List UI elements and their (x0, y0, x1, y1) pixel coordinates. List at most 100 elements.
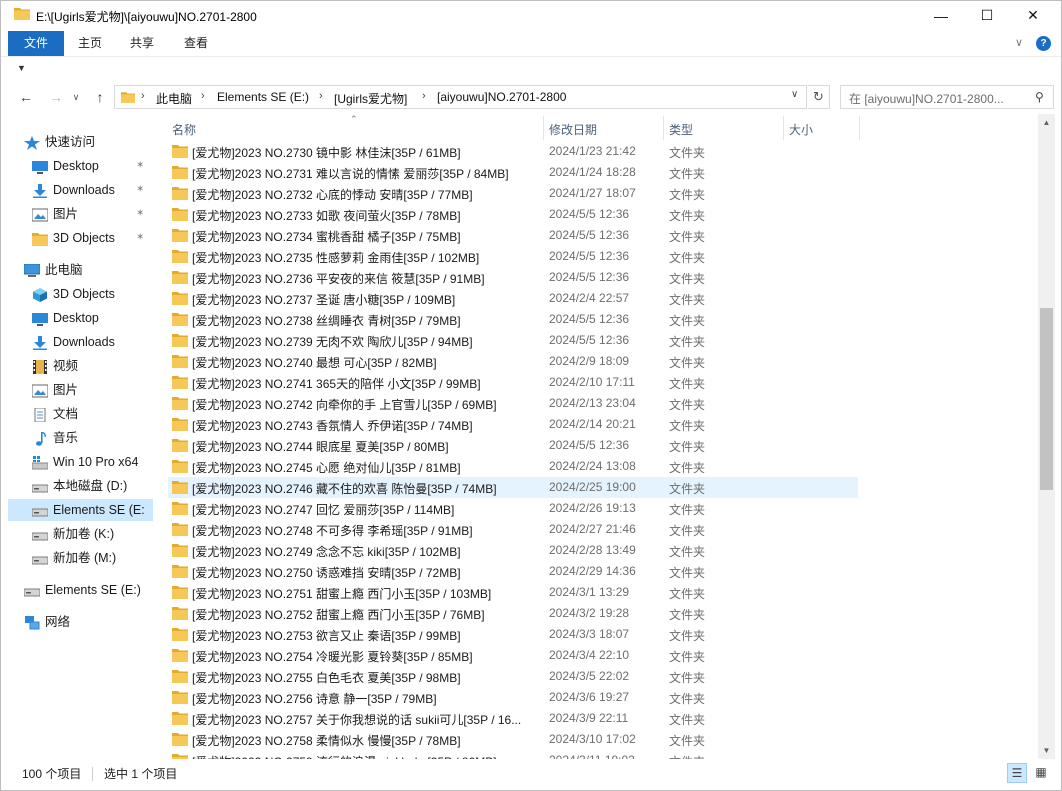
breadcrumb-parent-folder[interactable]: [Ugirls爱尤物] (334, 90, 407, 107)
scroll-up-icon[interactable]: ▲ (1038, 114, 1055, 131)
nav-item[interactable]: Desktop ✶ (8, 155, 153, 177)
drive-icon (31, 551, 49, 565)
customize-toolbar-icon[interactable]: ▼ (17, 63, 26, 73)
details-view-icon[interactable]: ☰ (1007, 763, 1027, 783)
breadcrumb-drive[interactable]: Elements SE (E:) (217, 90, 309, 104)
column-divider[interactable] (783, 116, 784, 140)
file-row[interactable]: [爱尤物]2023 NO.2753 欲言又止 秦语[35P / 99MB] 202… (168, 624, 858, 645)
maximize-button[interactable]: ☐ (964, 0, 1010, 31)
nav-item[interactable]: 此电脑 (8, 259, 153, 281)
file-name: [爱尤物]2023 NO.2757 关于你我想说的话 sukii可儿[35P /… (192, 713, 522, 727)
file-type: 文件夹 (669, 629, 706, 643)
file-date: 2024/3/1 13:29 (549, 585, 630, 599)
nav-item[interactable]: Win 10 Pro x64 (8, 451, 153, 473)
file-row[interactable]: [爱尤物]2023 NO.2735 性感萝莉 金雨佳[35P / 102MB] 2… (168, 246, 858, 267)
breadcrumb-separator[interactable]: › (319, 90, 323, 102)
file-row[interactable]: [爱尤物]2023 NO.2751 甜蜜上瘾 西门小玉[35P / 103MB]… (168, 582, 858, 603)
file-row[interactable]: [爱尤物]2023 NO.2747 回忆 爱丽莎[35P / 114MB] 202… (168, 498, 858, 519)
file-row[interactable]: [爱尤物]2023 NO.2746 藏不住的欢喜 陈怡曼[35P / 74MB]… (168, 477, 858, 498)
pictures-icon (31, 207, 49, 222)
file-row[interactable]: [爱尤物]2023 NO.2738 丝绸睡衣 青树[35P / 79MB] 202… (168, 309, 858, 330)
tab-home[interactable]: 主页 (66, 31, 114, 56)
breadcrumb-this-pc[interactable]: 此电脑 (156, 90, 192, 107)
vertical-scrollbar[interactable]: ▲ ▼ (1038, 114, 1055, 759)
address-dropdown-icon[interactable]: ∨ (791, 89, 798, 100)
recent-locations-button[interactable]: ∨ (70, 87, 82, 107)
scroll-down-icon[interactable]: ▼ (1038, 742, 1055, 759)
column-type[interactable]: 类型 (669, 121, 693, 138)
nav-item[interactable]: Downloads ✶ (8, 179, 153, 201)
file-row[interactable]: [爱尤物]2023 NO.2732 心底的悸动 安晴[35P / 77MB] 20… (168, 183, 858, 204)
nav-item[interactable]: 音乐 (8, 427, 153, 449)
breadcrumb-current-folder[interactable]: [aiyouwu]NO.2701-2800 (437, 90, 566, 104)
file-row[interactable]: [爱尤物]2023 NO.2737 圣诞 唐小糖[35P / 109MB] 202… (168, 288, 858, 309)
file-row[interactable]: [爱尤物]2023 NO.2731 难以言说的情愫 爱丽莎[35P / 84MB… (168, 162, 858, 183)
file-type: 文件夹 (669, 440, 706, 454)
large-icons-view-icon[interactable]: ▦ (1031, 763, 1051, 783)
file-row[interactable]: [爱尤物]2023 NO.2733 如歌 夜间萤火[35P / 78MB] 202… (168, 204, 858, 225)
nav-item[interactable]: 3D Objects (8, 283, 153, 305)
refresh-button[interactable]: ↻ (808, 85, 830, 109)
breadcrumb-separator[interactable]: › (141, 90, 145, 102)
file-row[interactable]: [爱尤物]2023 NO.2752 甜蜜上瘾 西门小玉[35P / 76MB] 2… (168, 603, 858, 624)
breadcrumb-separator[interactable]: › (422, 90, 426, 102)
nav-item[interactable]: Elements SE (E: (8, 499, 153, 521)
up-button[interactable]: ↑ (90, 87, 110, 107)
file-row[interactable]: [爱尤物]2023 NO.2740 最想 可心[35P / 82MB] 2024/… (168, 351, 858, 372)
nav-item[interactable]: 本地磁盘 (D:) (8, 475, 153, 497)
file-row[interactable]: [爱尤物]2023 NO.2745 心愿 绝对仙儿[35P / 81MB] 202… (168, 456, 858, 477)
nav-item[interactable]: 文档 (8, 403, 153, 425)
help-icon[interactable]: ? (1036, 36, 1051, 51)
nav-item[interactable]: 3D Objects ✶ (8, 227, 153, 249)
column-divider[interactable] (663, 116, 664, 140)
column-size[interactable]: 大小 (789, 121, 813, 138)
address-bar[interactable]: › 此电脑 › Elements SE (E:) › [Ugirls爱尤物] ›… (114, 85, 807, 109)
tab-file[interactable]: 文件 (8, 31, 64, 56)
nav-item[interactable]: 图片 (8, 379, 153, 401)
column-date[interactable]: 修改日期 (549, 121, 597, 138)
nav-item[interactable]: 网络 (8, 611, 153, 633)
file-row[interactable]: [爱尤物]2023 NO.2755 白色毛衣 夏美[35P / 98MB] 202… (168, 666, 858, 687)
scrollbar-thumb[interactable] (1040, 308, 1053, 490)
breadcrumb-separator[interactable]: › (201, 90, 205, 102)
forward-button[interactable]: → (46, 87, 66, 107)
file-row[interactable]: [爱尤物]2023 NO.2758 柔情似水 慢慢[35P / 78MB] 202… (168, 729, 858, 750)
file-row[interactable]: [爱尤物]2023 NO.2743 香氛情人 乔伊诺[35P / 74MB] 20… (168, 414, 858, 435)
nav-item[interactable]: 快速访问 (8, 131, 153, 153)
close-button[interactable]: ✕ (1010, 0, 1056, 31)
column-name[interactable]: 名称 (172, 121, 196, 138)
nav-item[interactable]: Downloads (8, 331, 153, 353)
column-divider[interactable] (859, 116, 860, 140)
nav-item[interactable]: Desktop (8, 307, 153, 329)
nav-item[interactable]: 新加卷 (K:) (8, 523, 153, 545)
file-row[interactable]: [爱尤物]2023 NO.2736 平安夜的来信 筱慧[35P / 91MB] 2… (168, 267, 858, 288)
nav-item[interactable]: 图片 ✶ (8, 203, 153, 225)
file-row[interactable]: [爱尤物]2023 NO.2750 诱惑难挡 安晴[35P / 72MB] 202… (168, 561, 858, 582)
nav-item[interactable]: 视频 (8, 355, 153, 377)
tab-share[interactable]: 共享 (118, 31, 166, 56)
back-button[interactable]: ← (16, 87, 36, 107)
file-row[interactable]: [爱尤物]2023 NO.2741 365天的陪伴 小文[35P / 99MB]… (168, 372, 858, 393)
nav-item[interactable]: 新加卷 (M:) (8, 547, 153, 569)
file-type: 文件夹 (669, 146, 706, 160)
file-row[interactable]: [爱尤物]2023 NO.2759 流行的浪漫 pinkbaby[35P / 8… (168, 750, 858, 759)
chevron-down-icon[interactable]: ∨ (1015, 36, 1023, 49)
minimize-button[interactable]: — (918, 0, 964, 31)
file-row[interactable]: [爱尤物]2023 NO.2734 蜜桃香甜 橘子[35P / 75MB] 202… (168, 225, 858, 246)
folder-icon (172, 607, 188, 620)
file-row[interactable]: [爱尤物]2023 NO.2756 诗意 静一[35P / 79MB] 2024/… (168, 687, 858, 708)
file-row[interactable]: [爱尤物]2023 NO.2730 镜中影 林佳沫[35P / 61MB] 202… (168, 141, 858, 162)
file-row[interactable]: [爱尤物]2023 NO.2754 冷暖光影 夏铃葵[35P / 85MB] 20… (168, 645, 858, 666)
column-divider[interactable] (543, 116, 544, 140)
search-box[interactable]: 在 [aiyouwu]NO.2701-2800... ⚲ (840, 85, 1054, 109)
file-row[interactable]: [爱尤物]2023 NO.2748 不可多得 李希瑶[35P / 91MB] 20… (168, 519, 858, 540)
file-row[interactable]: [爱尤物]2023 NO.2742 向牵你的手 上官雪儿[35P / 69MB]… (168, 393, 858, 414)
file-row[interactable]: [爱尤物]2023 NO.2757 关于你我想说的话 sukii可儿[35P /… (168, 708, 858, 729)
file-date: 2024/2/25 19:00 (549, 480, 636, 494)
file-row[interactable]: [爱尤物]2023 NO.2749 念念不忘 kiki[35P / 102MB]… (168, 540, 858, 561)
nav-item[interactable]: Elements SE (E:) (8, 579, 153, 601)
download-icon (32, 335, 48, 350)
tab-view[interactable]: 查看 (170, 31, 222, 56)
file-row[interactable]: [爱尤物]2023 NO.2739 无肉不欢 陶欣儿[35P / 94MB] 20… (168, 330, 858, 351)
file-row[interactable]: [爱尤物]2023 NO.2744 眼底星 夏美[35P / 80MB] 2024… (168, 435, 858, 456)
